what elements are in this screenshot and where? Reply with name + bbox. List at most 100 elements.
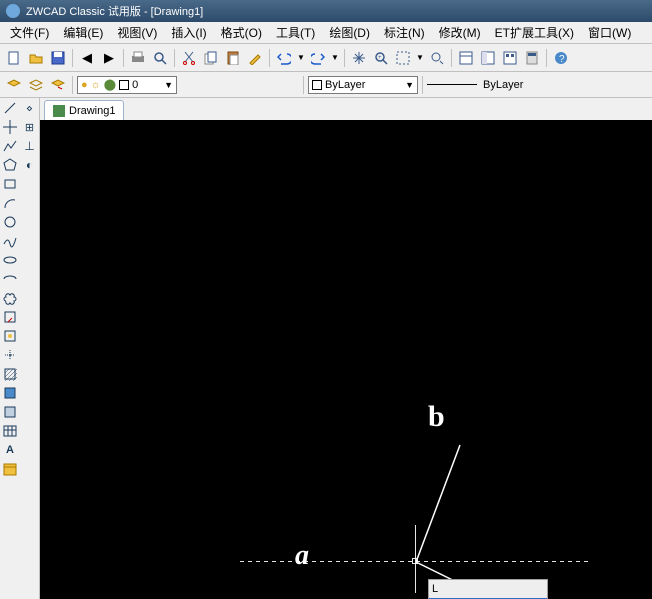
xline-icon[interactable] bbox=[2, 119, 18, 135]
calendar-icon[interactable] bbox=[2, 461, 18, 477]
layer-toolbar: ● ☼ ⬤ 0 ▼ ByLayer ▼ ByLayer bbox=[0, 72, 652, 98]
separator bbox=[123, 49, 124, 67]
color-combo[interactable]: ByLayer ▼ bbox=[308, 76, 418, 94]
app-logo bbox=[6, 4, 20, 18]
separator bbox=[422, 76, 423, 94]
new-icon[interactable] bbox=[4, 48, 24, 68]
color-label: ByLayer bbox=[325, 79, 365, 91]
ellipse-arc-icon[interactable] bbox=[2, 271, 18, 287]
layer-prev-icon[interactable] bbox=[48, 75, 68, 95]
polygon-icon[interactable] bbox=[2, 157, 18, 173]
svg-text:?: ? bbox=[559, 54, 565, 65]
properties-icon[interactable] bbox=[456, 48, 476, 68]
match-icon[interactable] bbox=[245, 48, 265, 68]
spline-icon[interactable] bbox=[2, 233, 18, 249]
layer-combo[interactable]: ● ☼ ⬤ 0 ▼ bbox=[77, 76, 177, 94]
polar-icon[interactable]: ◐ bbox=[22, 157, 38, 173]
sun-icon: ☼ bbox=[91, 79, 101, 91]
dropdown-icon[interactable]: ▼ bbox=[330, 48, 340, 68]
region-icon[interactable] bbox=[2, 404, 18, 420]
bulb-icon: ● bbox=[81, 79, 88, 91]
zoom-window-icon[interactable] bbox=[393, 48, 413, 68]
drawing-tab[interactable]: Drawing1 bbox=[44, 100, 124, 120]
layer-name: 0 bbox=[132, 79, 138, 91]
menu-insert[interactable]: 插入(I) bbox=[165, 22, 212, 43]
separator bbox=[546, 49, 547, 67]
make-block-icon[interactable] bbox=[2, 328, 18, 344]
open-icon[interactable] bbox=[26, 48, 46, 68]
preview-icon[interactable] bbox=[150, 48, 170, 68]
command-autocomplete[interactable]: L LA LAS LASTANGLE LASTCMDANG bbox=[428, 579, 548, 599]
cut-icon[interactable] bbox=[179, 48, 199, 68]
dropdown-icon[interactable]: ▼ bbox=[405, 80, 414, 90]
menu-modify[interactable]: 修改(M) bbox=[433, 22, 487, 43]
ortho-icon[interactable]: ⊥ bbox=[22, 138, 38, 154]
undo-icon[interactable] bbox=[274, 48, 294, 68]
draw-toolbar: A bbox=[0, 98, 20, 599]
zoom-prev-icon[interactable] bbox=[427, 48, 447, 68]
mtext-icon[interactable]: A bbox=[2, 442, 18, 458]
calc-icon[interactable] bbox=[522, 48, 542, 68]
tool-palette-icon[interactable] bbox=[500, 48, 520, 68]
linetype-preview bbox=[427, 84, 477, 85]
save-icon[interactable] bbox=[48, 48, 68, 68]
arc-icon[interactable] bbox=[2, 195, 18, 211]
menu-et-tools[interactable]: ET扩展工具(X) bbox=[489, 22, 580, 43]
hatch-icon[interactable] bbox=[2, 366, 18, 382]
pan-icon[interactable] bbox=[349, 48, 369, 68]
point-icon[interactable] bbox=[2, 347, 18, 363]
layer-props-icon[interactable] bbox=[4, 75, 24, 95]
layer-states-icon[interactable] bbox=[26, 75, 46, 95]
help-icon[interactable]: ? bbox=[551, 48, 571, 68]
standard-toolbar: ◀ ▶ ▼ ▼ + ▼ ? bbox=[0, 44, 652, 72]
annotation-a: a bbox=[295, 540, 309, 572]
separator bbox=[72, 76, 73, 94]
separator bbox=[451, 49, 452, 67]
circle-icon[interactable] bbox=[2, 214, 18, 230]
drawing-icon bbox=[53, 105, 65, 117]
linetype-combo[interactable]: ByLayer bbox=[427, 76, 547, 94]
crosshair-center bbox=[412, 558, 418, 564]
next-icon[interactable]: ▶ bbox=[99, 48, 119, 68]
work-area: A ⋄ ⊞ ⊥ ◐ Drawing1 a b bbox=[0, 98, 652, 599]
rectangle-icon[interactable] bbox=[2, 176, 18, 192]
dropdown-icon[interactable]: ▼ bbox=[415, 48, 425, 68]
menu-view[interactable]: 视图(V) bbox=[111, 22, 163, 43]
menu-tools[interactable]: 工具(T) bbox=[270, 22, 321, 43]
line-icon[interactable] bbox=[2, 100, 18, 116]
table-icon[interactable] bbox=[2, 423, 18, 439]
dropdown-icon[interactable]: ▼ bbox=[164, 80, 173, 90]
menu-edit[interactable]: 编辑(E) bbox=[57, 22, 109, 43]
ellipse-icon[interactable] bbox=[2, 252, 18, 268]
menu-format[interactable]: 格式(O) bbox=[215, 22, 268, 43]
grid-icon[interactable]: ⊞ bbox=[22, 119, 38, 135]
drawing-canvas[interactable]: a b L LA LAS LASTANGLE LASTCMDANG bbox=[40, 120, 652, 599]
modify-toolbar: ⋄ ⊞ ⊥ ◐ bbox=[20, 98, 40, 599]
separator bbox=[174, 49, 175, 67]
menu-bar: 文件(F) 编辑(E) 视图(V) 插入(I) 格式(O) 工具(T) 绘图(D… bbox=[0, 22, 652, 44]
design-center-icon[interactable] bbox=[478, 48, 498, 68]
prev-icon[interactable]: ◀ bbox=[77, 48, 97, 68]
menu-file[interactable]: 文件(F) bbox=[4, 22, 55, 43]
menu-dimension[interactable]: 标注(N) bbox=[378, 22, 431, 43]
color-swatch bbox=[119, 80, 129, 90]
separator bbox=[269, 49, 270, 67]
copy-icon[interactable] bbox=[201, 48, 221, 68]
window-title: ZWCAD Classic 试用版 - [Drawing1] bbox=[26, 3, 203, 19]
annotation-b: b bbox=[428, 400, 445, 434]
command-input[interactable] bbox=[429, 580, 547, 598]
menu-draw[interactable]: 绘图(D) bbox=[323, 22, 376, 43]
snap-icon[interactable]: ⋄ bbox=[22, 100, 38, 116]
revcloud-icon[interactable] bbox=[2, 290, 18, 306]
dropdown-icon[interactable]: ▼ bbox=[296, 48, 306, 68]
insert-block-icon[interactable] bbox=[2, 309, 18, 325]
polyline-icon[interactable] bbox=[2, 138, 18, 154]
redo-icon[interactable] bbox=[308, 48, 328, 68]
print-icon[interactable] bbox=[128, 48, 148, 68]
zoom-realtime-icon[interactable]: + bbox=[371, 48, 391, 68]
drawing-tabs: Drawing1 bbox=[40, 98, 652, 120]
menu-window[interactable]: 窗口(W) bbox=[582, 22, 637, 43]
gradient-icon[interactable] bbox=[2, 385, 18, 401]
paste-icon[interactable] bbox=[223, 48, 243, 68]
svg-text:+: + bbox=[378, 55, 382, 61]
